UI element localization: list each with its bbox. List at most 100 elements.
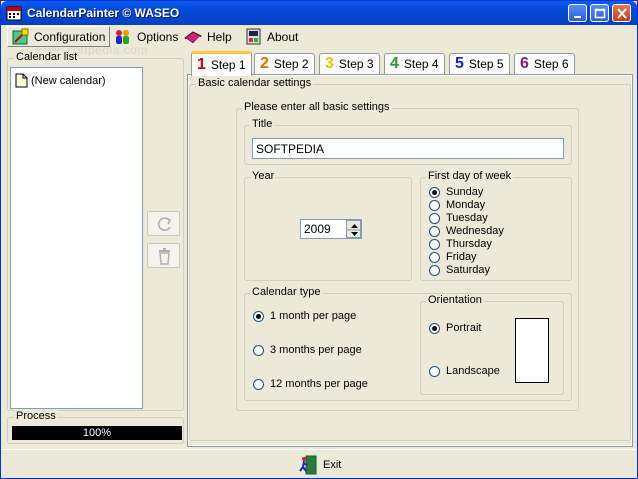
maximize-icon <box>594 8 606 19</box>
document-icon <box>15 73 28 88</box>
menu-configuration-label: Configuration <box>34 29 106 44</box>
title-bar[interactable]: CalendarPainter © WASEO <box>1 1 637 25</box>
radio-button[interactable] <box>429 225 440 237</box>
menu-configuration[interactable]: Configuration <box>7 26 111 47</box>
basic-settings-label: Basic calendar settings <box>196 77 314 89</box>
close-button[interactable] <box>612 4 631 22</box>
menu-help-label: Help <box>207 29 232 44</box>
radio-portrait-label: Portrait <box>446 322 482 334</box>
radio-monday-label: Monday <box>446 199 486 211</box>
radio-button[interactable] <box>429 238 440 250</box>
radio-portrait[interactable]: Portrait <box>429 322 481 334</box>
minimize-button[interactable] <box>568 4 587 22</box>
radio-button[interactable] <box>429 322 440 334</box>
radio-sunday[interactable]: Sunday <box>429 186 483 198</box>
menu-about-label: About <box>267 29 299 44</box>
info-icon <box>246 28 261 44</box>
radio-button[interactable] <box>253 344 264 356</box>
please-enter-label: Please enter all basic settings <box>242 101 392 113</box>
radio-1-month-label: 1 month per page <box>270 310 357 322</box>
tab-step-6-label: Step 6 <box>533 57 569 71</box>
menu-bar: www.softpedia.com Configuration Options … <box>1 25 637 57</box>
exit-button[interactable]: Exit <box>297 454 341 476</box>
exit-door-icon <box>299 455 317 475</box>
radio-12-months[interactable]: 12 months per page <box>253 378 368 390</box>
radio-button[interactable] <box>429 365 440 377</box>
orientation-label: Orientation <box>426 294 484 306</box>
menu-about[interactable]: About <box>241 26 302 47</box>
radio-landscape[interactable]: Landscape <box>429 365 500 377</box>
app-window: CalendarPainter © WASEO www.softpedia.co… <box>0 0 638 479</box>
process-progress-bar: 100% <box>12 426 182 440</box>
radio-friday-label: Friday <box>446 251 477 263</box>
tab-step-4-label: Step 4 <box>403 57 439 71</box>
radio-saturday[interactable]: Saturday <box>429 264 490 276</box>
tab-step-1-label: Step 1 <box>210 58 246 72</box>
copy-calendar-button[interactable] <box>147 211 180 236</box>
year-stepper[interactable] <box>346 220 362 238</box>
title-label: Title <box>250 118 275 130</box>
delete-calendar-button[interactable] <box>147 243 180 268</box>
radio-button[interactable] <box>429 186 440 198</box>
year-label: Year <box>250 170 277 182</box>
radio-tuesday-label: Tuesday <box>446 212 488 224</box>
menu-options[interactable]: Options <box>109 26 182 47</box>
radio-button[interactable] <box>429 212 440 224</box>
progress-text: 100% <box>82 427 112 439</box>
radio-thursday-label: Thursday <box>446 238 492 250</box>
exit-label: Exit <box>323 459 342 471</box>
radio-friday[interactable]: Friday <box>429 251 477 263</box>
radio-wednesday[interactable]: Wednesday <box>429 225 504 237</box>
radio-button[interactable] <box>253 378 264 390</box>
radio-sunday-label: Sunday <box>446 186 484 198</box>
menu-options-label: Options <box>137 29 179 44</box>
trash-icon <box>159 248 170 265</box>
tab-step-1-number: 1 <box>197 56 206 73</box>
minimize-icon <box>574 16 581 18</box>
radio-1-month[interactable]: 1 month per page <box>253 310 356 322</box>
tab-step-3-label: Step 3 <box>338 57 374 71</box>
radio-saturday-label: Saturday <box>446 264 491 276</box>
radio-thursday[interactable]: Thursday <box>429 238 492 250</box>
window-title: CalendarPainter © WASEO <box>27 6 180 20</box>
people-icon <box>116 29 129 44</box>
tab-step-2[interactable]: 2 Step 2 <box>254 53 315 74</box>
radio-wednesday-label: Wednesday <box>446 225 504 237</box>
radio-tuesday[interactable]: Tuesday <box>429 212 488 224</box>
tab-step-5-number: 5 <box>455 55 464 72</box>
title-input[interactable] <box>252 138 564 159</box>
radio-monday[interactable]: Monday <box>429 199 485 211</box>
tab-step-2-number: 2 <box>260 55 269 72</box>
app-icon <box>6 6 22 21</box>
radio-3-months-label: 3 months per page <box>270 344 362 356</box>
tab-step-4[interactable]: 4 Step 4 <box>384 53 445 74</box>
radio-button[interactable] <box>253 310 264 322</box>
radio-12-months-label: 12 months per page <box>270 378 368 390</box>
process-label: Process <box>14 410 58 422</box>
tab-step-2-label: Step 2 <box>273 57 309 71</box>
radio-3-months[interactable]: 3 months per page <box>253 344 362 356</box>
calendar-type-label: Calendar type <box>250 286 323 298</box>
radio-button[interactable] <box>429 199 440 211</box>
stepper-arrows-icon <box>347 224 362 236</box>
tab-step-5[interactable]: 5 Step 5 <box>449 53 510 74</box>
close-icon <box>617 8 627 19</box>
tab-step-3[interactable]: 3 Step 3 <box>319 53 380 74</box>
refresh-icon <box>157 217 172 231</box>
calendar-list-label: Calendar list <box>14 51 80 63</box>
tab-step-5-label: Step 5 <box>468 57 504 71</box>
radio-button[interactable] <box>429 251 440 263</box>
list-item-label: (New calendar) <box>31 74 106 87</box>
calendar-list[interactable]: (New calendar) <box>10 67 143 409</box>
first-day-label: First day of week <box>426 170 514 182</box>
orientation-preview <box>515 318 549 383</box>
tab-step-6-number: 6 <box>520 55 529 72</box>
maximize-button[interactable] <box>590 4 609 22</box>
list-item[interactable]: (New calendar) <box>15 73 106 88</box>
tab-step-1[interactable]: 1 Step 1 <box>191 51 252 76</box>
tab-step-6[interactable]: 6 Step 6 <box>514 53 575 74</box>
radio-button[interactable] <box>429 264 440 276</box>
menu-help[interactable]: Help <box>179 26 236 47</box>
tab-step-3-number: 3 <box>325 55 334 72</box>
tab-step-4-number: 4 <box>390 55 399 72</box>
